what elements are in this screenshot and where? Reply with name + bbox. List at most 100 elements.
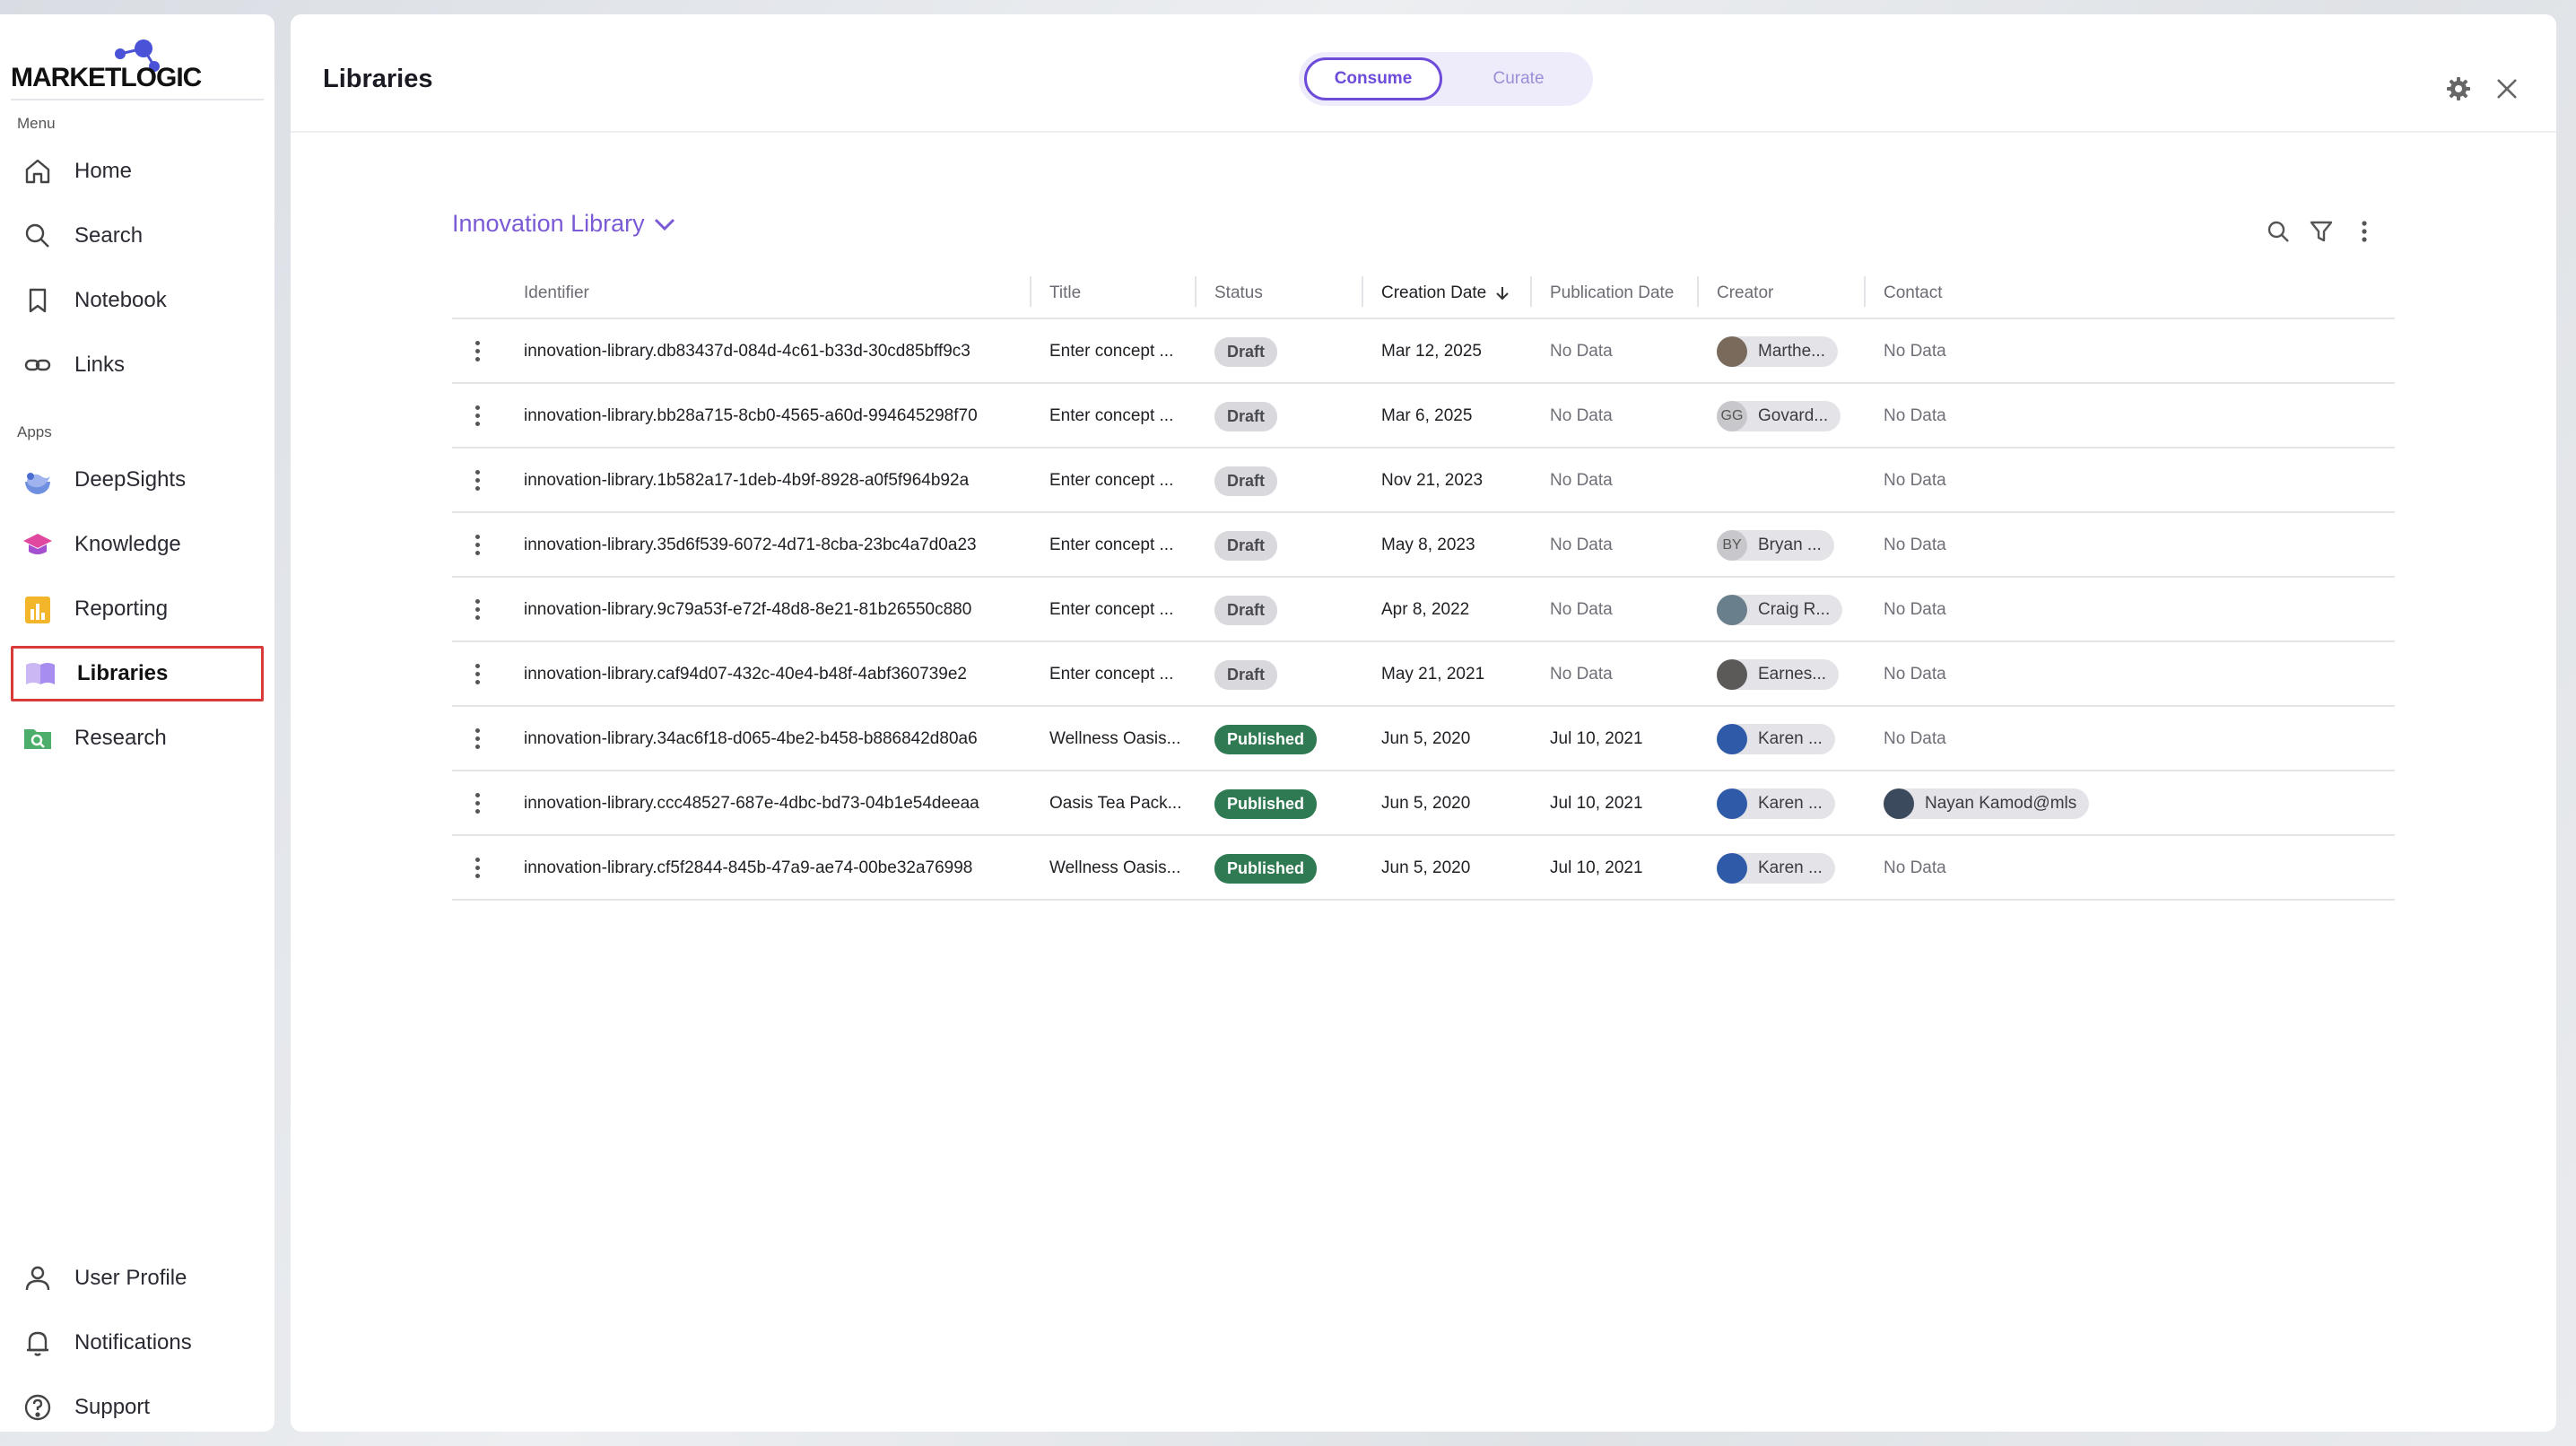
creator-chip[interactable]: Karen ... xyxy=(1717,788,1835,819)
sidebar-item-notifications[interactable]: Notifications xyxy=(11,1315,264,1371)
contact-cell: No Data xyxy=(1884,836,1946,901)
table-row[interactable]: innovation-library.1b582a17-1deb-4b9f-89… xyxy=(452,449,2395,513)
identifier-cell[interactable]: innovation-library.db83437d-084d-4c61-b3… xyxy=(524,319,970,384)
creator-cell: Karen ... xyxy=(1717,836,1835,901)
column-header-identifier[interactable]: Identifier xyxy=(524,283,589,303)
creator-chip[interactable]: Marthe... xyxy=(1717,336,1838,367)
row-actions-icon[interactable] xyxy=(472,468,483,493)
creator-chip[interactable]: BY Bryan ... xyxy=(1717,530,1834,561)
column-divider[interactable] xyxy=(1362,276,1363,307)
sidebar: MARKETLOGIC Menu Home Search Notebook Li… xyxy=(0,14,274,1432)
publication-date-cell: Jul 10, 2021 xyxy=(1550,729,1643,748)
column-divider[interactable] xyxy=(1864,276,1866,307)
creator-chip[interactable]: Earnes... xyxy=(1717,659,1840,690)
publication-date-cell: No Data xyxy=(1550,665,1613,684)
sidebar-item-knowledge[interactable]: Knowledge xyxy=(11,517,264,572)
sidebar-item-links[interactable]: Links xyxy=(11,337,264,393)
row-actions-icon[interactable] xyxy=(472,597,483,623)
creator-chip[interactable]: Karen ... xyxy=(1717,724,1835,754)
sidebar-item-support[interactable]: Support xyxy=(11,1380,264,1435)
table-row[interactable]: innovation-library.caf94d07-432c-40e4-b4… xyxy=(452,642,2395,707)
row-actions-icon[interactable] xyxy=(472,339,483,364)
creator-cell: Karen ... xyxy=(1717,707,1835,771)
identifier-cell[interactable]: innovation-library.caf94d07-432c-40e4-b4… xyxy=(524,642,967,707)
gear-icon[interactable] xyxy=(2445,75,2474,104)
sidebar-item-home[interactable]: Home xyxy=(11,144,264,199)
column-header-publication-date[interactable]: Publication Date xyxy=(1550,283,1674,303)
sidebar-item-notebook[interactable]: Notebook xyxy=(11,273,264,328)
table-row[interactable]: innovation-library.35d6f539-6072-4d71-8c… xyxy=(452,513,2395,578)
table-header: Identifier Title Status Creation Date Pu… xyxy=(452,264,2395,319)
sidebar-item-research[interactable]: Research xyxy=(11,710,264,766)
contact-cell: Nayan Kamod@mls xyxy=(1884,771,2090,836)
identifier-cell[interactable]: innovation-library.bb28a715-8cb0-4565-a6… xyxy=(524,384,978,449)
identifier-cell[interactable]: innovation-library.35d6f539-6072-4d71-8c… xyxy=(524,513,977,578)
table-row[interactable]: innovation-library.ccc48527-687e-4dbc-bd… xyxy=(452,771,2395,836)
sidebar-item-user-profile[interactable]: User Profile xyxy=(11,1250,264,1306)
publication-date-cell: No Data xyxy=(1550,536,1613,554)
avatar: GG xyxy=(1717,401,1747,431)
column-header-creator[interactable]: Creator xyxy=(1717,283,1773,303)
creation-date-cell: Mar 12, 2025 xyxy=(1381,342,1482,361)
identifier-cell[interactable]: innovation-library.1b582a17-1deb-4b9f-89… xyxy=(524,449,969,513)
curate-toggle-option[interactable]: Curate xyxy=(1449,57,1588,100)
sidebar-item-label: DeepSights xyxy=(74,467,187,492)
library-selector[interactable]: Innovation Library xyxy=(452,210,677,238)
creator-name: Govard... xyxy=(1758,406,1829,425)
table-row[interactable]: innovation-library.cf5f2844-845b-47a9-ae… xyxy=(452,836,2395,901)
sidebar-item-libraries[interactable]: Libraries xyxy=(11,646,264,701)
knowledge-icon xyxy=(22,528,54,561)
creator-chip[interactable]: Karen ... xyxy=(1717,853,1835,884)
title-cell: Enter concept ... xyxy=(1049,665,1174,684)
column-divider[interactable] xyxy=(1030,276,1031,307)
table-row[interactable]: innovation-library.db83437d-084d-4c61-b3… xyxy=(452,319,2395,384)
row-actions-icon[interactable] xyxy=(472,727,483,752)
sidebar-item-reporting[interactable]: Reporting xyxy=(11,581,264,637)
creation-date-cell: Jun 5, 2020 xyxy=(1381,858,1471,877)
table-row[interactable]: innovation-library.9c79a53f-e72f-48d8-8e… xyxy=(452,578,2395,642)
marketlogic-logo[interactable]: MARKETLOGIC xyxy=(11,39,202,93)
title-cell: Enter concept ... xyxy=(1049,600,1174,619)
identifier-cell[interactable]: innovation-library.9c79a53f-e72f-48d8-8e… xyxy=(524,578,971,642)
sidebar-item-deepsights[interactable]: DeepSights xyxy=(11,452,264,508)
table-row[interactable]: innovation-library.34ac6f18-d065-4be2-b4… xyxy=(452,707,2395,771)
status-badge: Published xyxy=(1214,724,1318,754)
creator-chip[interactable]: Craig R... xyxy=(1717,595,1843,625)
close-icon[interactable] xyxy=(2493,75,2522,104)
creator-cell: Marthe... xyxy=(1717,319,1838,384)
publication-date-cell: Jul 10, 2021 xyxy=(1550,858,1643,877)
row-actions-icon[interactable] xyxy=(472,662,483,687)
identifier-cell[interactable]: innovation-library.ccc48527-687e-4dbc-bd… xyxy=(524,771,979,836)
status-cell: Draft xyxy=(1214,384,1278,449)
row-actions-icon[interactable] xyxy=(472,791,483,816)
column-divider[interactable] xyxy=(1697,276,1699,307)
sidebar-item-label: Support xyxy=(74,1395,151,1419)
sidebar-item-label: User Profile xyxy=(74,1266,187,1290)
libraries-icon xyxy=(24,658,57,690)
table-row[interactable]: innovation-library.bb28a715-8cb0-4565-a6… xyxy=(452,384,2395,449)
contact-chip[interactable]: Nayan Kamod@mls xyxy=(1884,788,2090,819)
sidebar-item-search[interactable]: Search xyxy=(11,208,264,264)
contact-value: No Data xyxy=(1884,729,1946,748)
status-badge: Published xyxy=(1214,788,1318,819)
identifier-cell[interactable]: innovation-library.34ac6f18-d065-4be2-b4… xyxy=(524,707,978,771)
column-divider[interactable] xyxy=(1530,276,1532,307)
more-options-icon[interactable] xyxy=(2352,219,2379,246)
column-header-contact[interactable]: Contact xyxy=(1884,283,1942,303)
contact-value: No Data xyxy=(1884,600,1946,619)
column-header-creation-date[interactable]: Creation Date xyxy=(1381,283,1511,303)
row-actions-icon[interactable] xyxy=(472,404,483,429)
column-divider[interactable] xyxy=(1195,276,1197,307)
row-actions-icon[interactable] xyxy=(472,533,483,558)
creation-date-cell: Apr 8, 2022 xyxy=(1381,600,1470,619)
creator-chip[interactable]: GG Govard... xyxy=(1717,401,1841,431)
filter-icon[interactable] xyxy=(2309,219,2336,246)
contact-value: No Data xyxy=(1884,665,1946,684)
row-actions-icon[interactable] xyxy=(472,856,483,881)
table-search-icon[interactable] xyxy=(2266,219,2293,246)
column-header-title[interactable]: Title xyxy=(1049,283,1081,303)
creation-date-cell: Nov 21, 2023 xyxy=(1381,471,1484,490)
identifier-cell[interactable]: innovation-library.cf5f2844-845b-47a9-ae… xyxy=(524,836,972,901)
consume-toggle-option[interactable]: Consume xyxy=(1304,57,1442,100)
column-header-status[interactable]: Status xyxy=(1214,283,1263,303)
